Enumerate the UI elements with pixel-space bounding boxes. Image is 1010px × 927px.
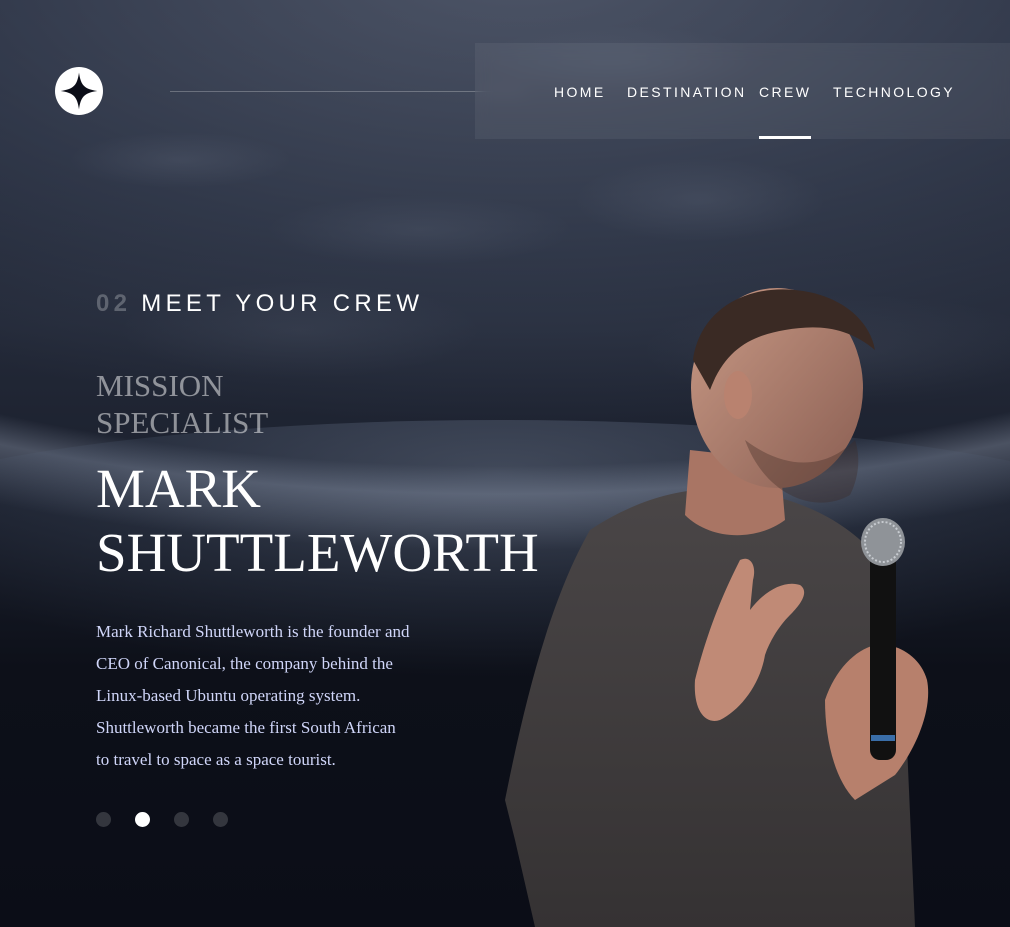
header-divider xyxy=(170,91,525,92)
nav-technology[interactable]: TECHNOLOGY xyxy=(833,43,955,139)
section-title: MEET YOUR CREW xyxy=(141,290,424,317)
crew-portrait-image xyxy=(505,288,929,927)
crew-bio: Mark Richard Shuttleworth is the founder… xyxy=(96,622,410,769)
nav-crew[interactable]: CREW xyxy=(759,43,812,139)
slider-dot-3[interactable] xyxy=(174,812,189,827)
slider-dot-1[interactable] xyxy=(96,812,111,827)
star-logo-icon[interactable] xyxy=(55,67,103,115)
nav-home[interactable]: HOME xyxy=(554,43,606,139)
crew-role: MISSION SPECIALIST xyxy=(96,368,269,440)
main-navigation: HOME DESTINATION CREW TECHNOLOGY xyxy=(475,43,1010,139)
star-icon xyxy=(60,72,98,110)
slider-dot-4[interactable] xyxy=(213,812,228,827)
section-heading: 02 MEET YOUR CREW xyxy=(96,290,423,318)
crew-page: HOME DESTINATION CREW TECHNOLOGY 02 MEET … xyxy=(0,0,1010,927)
nav-destination[interactable]: DESTINATION xyxy=(627,43,746,139)
slider-dot-2[interactable] xyxy=(135,812,150,827)
section-number: 02 xyxy=(96,290,132,317)
crew-slider-dots xyxy=(96,812,228,827)
